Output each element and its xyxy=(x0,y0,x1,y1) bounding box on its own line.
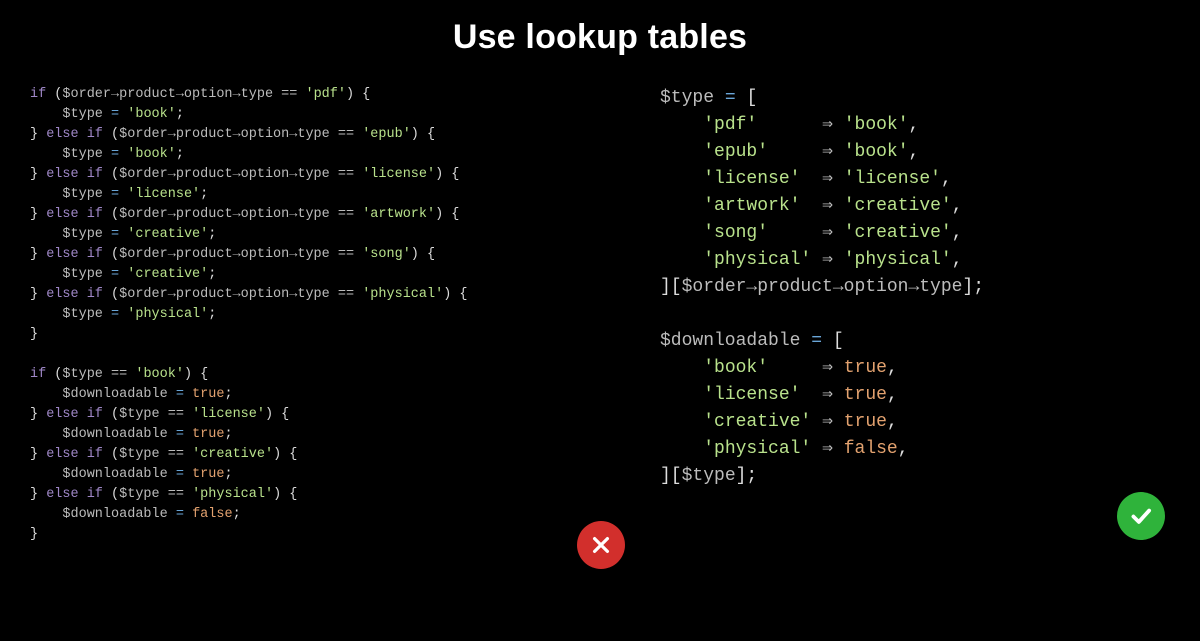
slide-title: Use lookup tables xyxy=(30,18,1170,57)
columns: if ($order→product→option→type == 'pdf')… xyxy=(30,85,1170,545)
bad-code: if ($order→product→option→type == 'pdf')… xyxy=(30,85,630,545)
good-example-column: $type = [ 'pdf' ⇒ 'book', 'epub' ⇒ 'book… xyxy=(660,85,1170,545)
slide: Use lookup tables if ($order→product→opt… xyxy=(0,0,1200,641)
good-code: $type = [ 'pdf' ⇒ 'book', 'epub' ⇒ 'book… xyxy=(660,85,1170,490)
bad-example-column: if ($order→product→option→type == 'pdf')… xyxy=(30,85,630,545)
check-icon xyxy=(1117,492,1165,540)
cross-icon xyxy=(577,521,625,569)
